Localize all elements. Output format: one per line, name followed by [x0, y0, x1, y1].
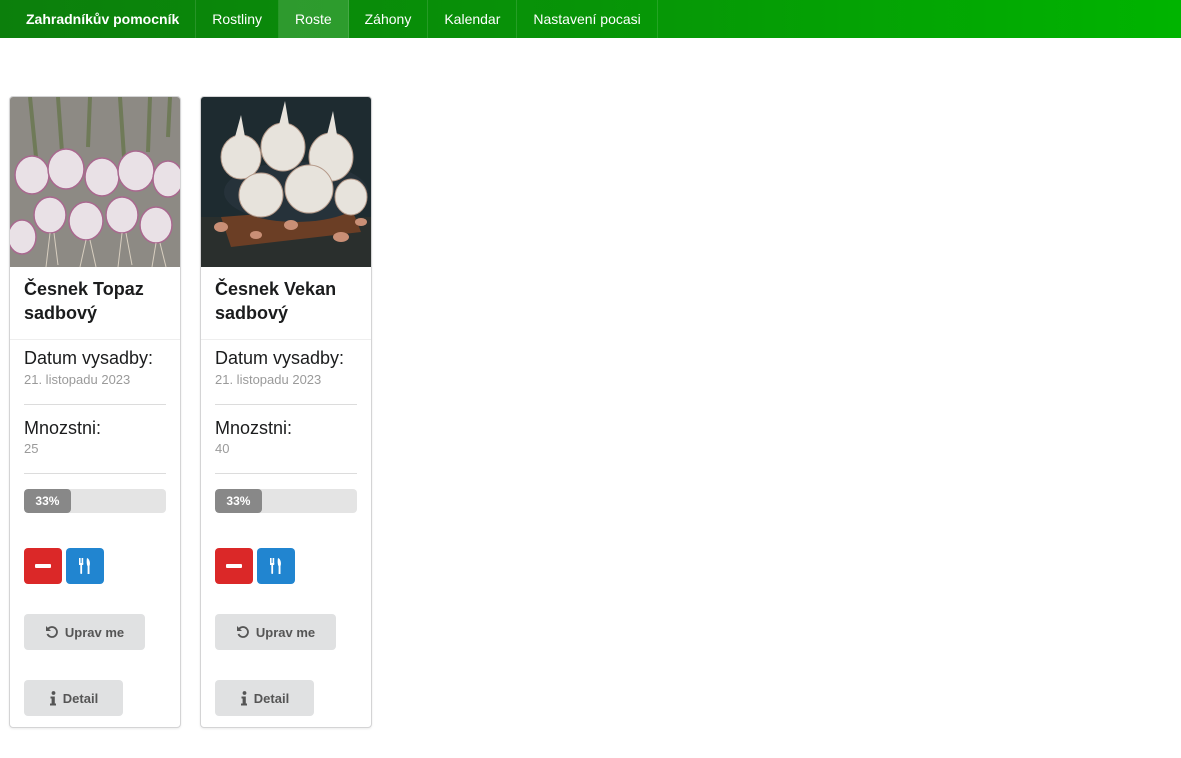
info-icon [240, 690, 247, 705]
edit-button-label: Uprav me [64, 624, 125, 640]
quantity-value: 40 [215, 441, 230, 456]
growth-progress-bar: 33% [215, 489, 357, 513]
nav-item-zahony[interactable]: Záhony [349, 0, 429, 38]
nav-item-roste[interactable]: Roste [279, 0, 349, 38]
quantity-label: Mnozstni: [215, 418, 293, 438]
utensils-icon [79, 558, 90, 574]
divider [10, 339, 180, 340]
detail-button-label: Detail [62, 690, 99, 706]
growth-progress-bar: 33% [24, 489, 166, 513]
planting-date-value: 21. listopadu 2023 [215, 372, 322, 387]
detail-button[interactable]: Detail [215, 680, 314, 716]
planting-date-label: Datum vysadby: [215, 348, 345, 368]
quantity-label: Mnozstni: [24, 418, 102, 438]
divider [24, 473, 166, 474]
plant-card: Česnek Vekan sadbový Datum vysadby: 21. … [200, 96, 372, 728]
plant-image [201, 97, 371, 267]
divider [24, 404, 166, 405]
harvest-button[interactable] [257, 548, 295, 584]
plant-title: Česnek Topaz sadbový [24, 279, 144, 323]
nav-item-nastaveni-pocasi[interactable]: Nastavení pocasi [517, 0, 658, 38]
progress-fill: 33% [24, 489, 71, 513]
harvest-button[interactable] [66, 548, 104, 584]
planting-date-label: Datum vysadby: [24, 348, 154, 368]
info-icon [49, 690, 56, 705]
undo-icon [236, 626, 249, 638]
divider [201, 339, 371, 340]
quantity-value: 25 [24, 441, 39, 456]
planting-date-value: 21. listopadu 2023 [24, 372, 131, 387]
plant-image [10, 97, 180, 267]
remove-button[interactable] [215, 548, 253, 584]
edit-button[interactable]: Uprav me [24, 614, 145, 650]
remove-button[interactable] [24, 548, 62, 584]
edit-button[interactable]: Uprav me [215, 614, 336, 650]
divider [215, 473, 357, 474]
top-navbar: Zahradníkův pomocník Rostliny Roste Záho… [0, 0, 1181, 38]
progress-fill: 33% [215, 489, 262, 513]
nav-item-kalendar[interactable]: Kalendar [428, 0, 518, 38]
undo-icon [45, 626, 58, 638]
nav-item-rostliny[interactable]: Rostliny [196, 0, 280, 38]
detail-button[interactable]: Detail [24, 680, 123, 716]
detail-button-label: Detail [253, 690, 290, 706]
utensils-icon [270, 558, 281, 574]
edit-button-label: Uprav me [255, 624, 316, 640]
minus-icon [35, 564, 51, 568]
minus-icon [226, 564, 242, 568]
plant-title: Česnek Vekan sadbový [215, 279, 337, 323]
plant-card: Česnek Topaz sadbový Datum vysadby: 21. … [9, 96, 181, 728]
divider [215, 404, 357, 405]
brand-link[interactable]: Zahradníkův pomocník [0, 0, 197, 38]
